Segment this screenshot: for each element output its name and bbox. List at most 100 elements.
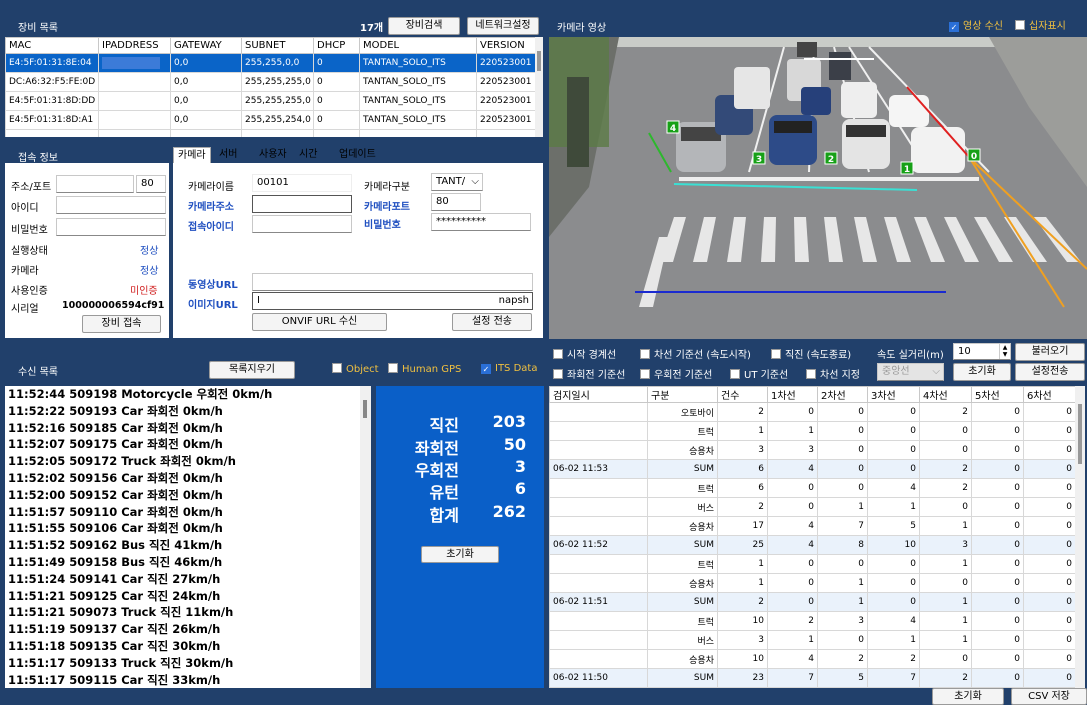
count-row[interactable]: 06-02 11:50 SUM 23 7 5 7 2 0 0 [549,668,1076,688]
lane-select[interactable]: 중앙선 ⌵ [877,363,944,381]
device-cell-model: TANTAN_SOLO_ITS [359,53,477,73]
count-col-header[interactable]: 검지일시 [549,386,648,403]
count-col-header[interactable]: 건수 [717,386,768,403]
device-col-header[interactable]: GATEWAY [170,37,242,54]
ut-base-checkbox[interactable]: UT 기준선 [730,366,788,381]
camera-address-input[interactable] [252,195,352,213]
device-col-header[interactable]: DHCP [313,37,360,54]
onvif-url-button[interactable]: ONVIF URL 수신 [252,313,387,331]
load-button[interactable]: 불러오기 [1015,343,1085,361]
start-line-checkbox[interactable]: 시작 경계선 [553,346,616,361]
crosshair-checkbox[interactable]: 십자표시 [1015,17,1066,32]
login-id-input[interactable] [252,215,352,233]
count-row[interactable]: 오토바이 2 0 0 0 2 0 0 [549,402,1076,422]
video-url-input[interactable] [252,273,533,291]
count-cell: 1 [717,421,768,441]
count-row[interactable]: 버스 3 1 0 1 1 0 0 [549,630,1076,650]
count-row[interactable]: 버스 2 0 1 1 0 0 0 [549,497,1076,517]
count-cell: 2 [919,668,972,688]
device-col-header[interactable]: SUBNET [241,37,314,54]
settings-send-button[interactable]: 설정 전송 [452,313,532,331]
device-row[interactable]: E4:5F:01:31:8D:A1 0,0 255,255,254,0 0 TANTAN… [5,110,536,130]
count-row[interactable]: 트럭 6 0 0 4 2 0 0 [549,478,1076,498]
port-input[interactable]: 80 [136,175,166,193]
tab-update[interactable]: 업데이트 [335,147,380,163]
lane-set-checkbox[interactable]: 차선 지정 [806,366,860,381]
image-url-input[interactable]: Inapsh [252,292,533,310]
device-col-header[interactable]: MODEL [359,37,477,54]
device-row[interactable]: E4:5F:01:31:8D:DD 0,0 255,255,255,0 0 TANTAN… [5,91,536,111]
device-connect-button[interactable]: 장비 접속 [82,315,161,333]
count-row[interactable]: 승용차 10 4 2 2 0 0 0 [549,649,1076,669]
object-checkbox[interactable]: Object [332,363,379,375]
csv-save-button[interactable]: CSV 저장 [1011,688,1087,705]
count-cell: 0 [767,497,818,517]
camera-video-feed[interactable]: 4 3 2 1 0 [549,37,1087,339]
network-settings-button[interactable]: 네트워크설정 [467,17,539,35]
count-cell: 0 [867,402,920,422]
device-col-header[interactable]: IPADDRESS [98,37,171,54]
tab-time[interactable]: 시간 [295,147,321,163]
device-col-header[interactable]: VERSION [476,37,536,54]
count-col-header[interactable]: 6차선 [1023,386,1076,403]
count-col-header[interactable]: 4차선 [919,386,972,403]
count-row[interactable]: 승용차 17 4 7 5 1 0 0 [549,516,1076,536]
count-col-header[interactable]: 3차선 [867,386,920,403]
count-col-header[interactable]: 5차선 [971,386,1024,403]
count-cell: 0 [867,440,920,460]
id-input[interactable] [56,196,166,214]
camera-address-label: 카메라주소 [188,202,234,213]
camera-port-input[interactable]: 80 [431,193,481,211]
device-row[interactable]: E4:5F:01:31:8E:04 0,0 255,255,0,0 0 TANTAN_S… [5,53,536,73]
receive-log[interactable]: 11:52:44 509198 Motorcycle 우회전 0km/h 11:5… [5,386,371,688]
controls-send-button[interactable]: 설정전송 [1015,363,1085,381]
device-col-header[interactable]: MAC [5,37,99,54]
count-row[interactable]: 승용차 1 0 1 0 0 0 0 [549,573,1076,593]
spinner-icon[interactable]: ▲ ▼ [999,344,1010,359]
tab-server[interactable]: 서버 [215,147,241,163]
clear-list-button[interactable]: 목록지우기 [209,361,295,379]
speed-distance-input[interactable]: 10 ▲ ▼ [953,343,1011,360]
count-col-header[interactable]: 2차선 [817,386,868,403]
count-cell: 0 [1023,630,1076,650]
device-table-scrollbar[interactable] [535,37,543,137]
count-col-header[interactable]: 1차선 [767,386,818,403]
device-cell-mac: E4:5F:01:31:8D:A1 [5,110,99,130]
count-cell: 0 [971,649,1024,669]
count-cell: 트럭 [647,611,718,631]
camera-type-select[interactable]: TANT/ ⌵ [431,173,483,191]
count-row[interactable]: 트럭 1 0 0 0 1 0 0 [549,554,1076,574]
device-row[interactable]: DC:A6:32:F5:FE:0D 0,0 255,255,255,0 0 TANTAN… [5,72,536,92]
stats-reset-button[interactable]: 초기화 [421,546,499,563]
controls-reset-button[interactable]: 초기화 [953,363,1011,381]
receive-log-scrollbar[interactable] [360,386,371,688]
count-cell: 0 [971,592,1024,612]
camera-password-input[interactable]: ********** [431,213,531,231]
its-data-checkbox[interactable]: ✓ ITS Data [481,363,537,374]
count-row[interactable]: 06-02 11:53 SUM 6 4 0 0 2 0 0 [549,459,1076,479]
straight-checkbox[interactable]: 직진 (속도종료) [771,346,851,361]
video-receive-checkbox[interactable]: ✓ 영상 수신 [949,17,1003,32]
camera-name-input[interactable]: 00101 [252,174,352,192]
count-cell: 4 [767,649,818,669]
count-row[interactable]: 승용차 3 3 0 0 0 0 0 [549,440,1076,460]
count-row[interactable]: 트럭 1 1 0 0 0 0 0 [549,421,1076,441]
count-row[interactable]: 06-02 11:51 SUM 2 0 1 0 1 0 0 [549,592,1076,612]
tab-camera[interactable]: 카메라 [173,147,211,163]
device-search-button[interactable]: 장비검색 [388,17,460,35]
password-input[interactable] [56,218,166,236]
lane-base-checkbox[interactable]: 차선 기준선 (속도시작) [640,346,751,361]
count-cell: SUM [647,592,718,612]
right-base-checkbox[interactable]: 우회전 기준선 [640,366,712,381]
tab-user[interactable]: 사용자 [255,147,291,163]
count-col-header[interactable]: 구분 [647,386,718,403]
count-table-scrollbar[interactable] [1075,386,1085,688]
device-row-partial[interactable] [5,129,536,137]
address-input[interactable] [56,175,134,193]
count-row[interactable]: 06-02 11:52 SUM 25 4 8 10 3 0 0 [549,535,1076,555]
count-row[interactable]: 트럭 10 2 3 4 1 0 0 [549,611,1076,631]
left-base-checkbox[interactable]: 좌회전 기준선 [553,366,625,381]
count-cell: 0 [919,649,972,669]
human-gps-checkbox[interactable]: Human GPS [388,363,461,375]
count-reset-button[interactable]: 초기화 [932,688,1004,705]
